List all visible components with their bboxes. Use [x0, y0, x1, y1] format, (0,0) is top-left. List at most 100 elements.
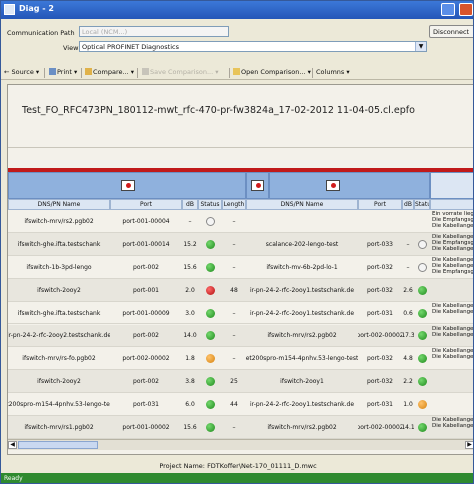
cell-remote-db: –: [406, 263, 410, 271]
print-menu[interactable]: Print ▾: [49, 68, 77, 76]
column-header-status[interactable]: Status: [198, 199, 222, 210]
cell-db: 15.6: [183, 263, 197, 271]
column-header-remote-status[interactable]: Status: [414, 199, 430, 210]
column-header-dns-pn-name[interactable]: DNS/PN Name: [8, 199, 110, 210]
status-green-icon: [205, 262, 215, 272]
table-row[interactable]: ifswitch-2ooy2 port-001 2.0 48 ir-pn-24-2-rf…: [8, 278, 473, 302]
cell-port: port-031: [133, 401, 159, 409]
status-green-icon: [417, 377, 427, 387]
cell-remote-db: 1.0: [403, 401, 413, 409]
table-row[interactable]: ifswitch-mrv/rs2.pgb02 port-001-00004 – – Ei…: [8, 210, 473, 233]
cell-status: [198, 370, 222, 393]
project-name: Project Name: FDTKoffer\Net-170_01111_D.…: [159, 462, 317, 470]
cell-length: –: [232, 355, 236, 363]
report-file-title: Test_FO_RFC473PN_180112-mwt_rfc-470-pr-f…: [22, 105, 415, 116]
column-header-remote-db[interactable]: dB: [402, 199, 414, 210]
table-row[interactable]: ifswitch-ghe.ifta.testschank port-001-000…: [8, 232, 473, 256]
divider: [8, 147, 473, 148]
cell-length: –: [232, 263, 236, 271]
cell-remote-port: port-032: [367, 378, 393, 386]
cell-remote-status: [414, 233, 430, 256]
title-bar[interactable]: Diag - 2: [1, 1, 473, 19]
column-header-port[interactable]: Port: [110, 199, 182, 210]
status-empty-icon: [417, 262, 427, 272]
column-header-remote-dns-pn-name[interactable]: DNS/PN Name: [246, 199, 358, 210]
cell-remote-port: port-031: [367, 401, 393, 409]
cell-remote-db: 2.6: [403, 286, 413, 294]
table-row[interactable]: ifswitch-mrv/rs1.pgb02 port-001-00002 15.6…: [8, 416, 473, 439]
cell-db: 3.8: [185, 378, 195, 386]
cell-remote-port: [358, 210, 402, 233]
cell-remote-db: 14.1: [402, 424, 414, 432]
link-icon: [251, 180, 264, 191]
cell-status: [198, 347, 222, 370]
app-icon: [4, 4, 15, 15]
scroll-right-icon[interactable]: ▶: [465, 441, 473, 449]
diagnostic-message: Die Kabellange...: [432, 308, 474, 315]
toolbar: ← Source ▾ Print ▾ Compare... ▾ Save Com…: [1, 66, 473, 80]
cell-remote-dns-pn-name: ifswitch-mrv/rs2.pgb02: [267, 424, 337, 432]
open-comparison-button[interactable]: Open Comparison... ▾: [233, 68, 311, 76]
horizontal-scrollbar[interactable]: ◀ ▶: [8, 439, 473, 450]
cell-remote-db: –: [406, 240, 410, 248]
table-row[interactable]: ir-pn-24-2-rfc-2ooy2.testschank.de port-0…: [8, 324, 474, 348]
toolbar-divider: [137, 68, 138, 78]
cell-remote-status: [414, 393, 430, 416]
view-select[interactable]: Optical PROFINET Diagnostics ▼: [79, 41, 427, 52]
cell-remote-dns-pn-name: ir-pn-24-2-rfc-2ooy1.testschank.de: [249, 286, 355, 294]
cell-diagnostic-info: [430, 370, 473, 393]
cell-dns-pn-name: ifswitch-2ooy2: [37, 378, 81, 386]
table-row[interactable]: et200spro-m154-4pnhv.53-lengo-test port-0…: [8, 393, 473, 417]
status-bar: Ready: [1, 473, 473, 483]
source-menu[interactable]: ← Source ▾: [4, 68, 39, 76]
table-row[interactable]: ifswitch-ghe.ifta.testschank port-001-000…: [8, 302, 474, 325]
save-comparison-button[interactable]: Save Comparison... ▾: [142, 68, 218, 76]
cell-status: [198, 302, 222, 325]
cell-remote-port: port-002-00002: [358, 332, 402, 340]
cell-diagnostic-info: Die Kabellange...Die Kabellange...: [430, 325, 474, 348]
status-green-icon: [417, 285, 427, 295]
table-row[interactable]: ifswitch-2ooy2 port-002 3.8 25 ifswitch-2ooy…: [8, 370, 473, 394]
column-header-length[interactable]: Length: [222, 199, 246, 210]
toolbar-divider: [44, 68, 45, 78]
diagnostic-message: Die Empfangsge...: [432, 268, 474, 275]
column-header-remote-port[interactable]: Port: [358, 199, 402, 210]
cell-length: 44: [230, 401, 238, 409]
scroll-left-icon[interactable]: ◀: [8, 441, 17, 449]
cell-remote-db: [402, 210, 414, 233]
close-button[interactable]: [459, 3, 473, 16]
minimize-button[interactable]: [441, 3, 455, 16]
cell-remote-db: 17.3: [402, 332, 414, 340]
chevron-down-icon[interactable]: ▼: [415, 42, 426, 51]
compare-menu[interactable]: Compare... ▾: [85, 68, 134, 76]
column-header-db[interactable]: dB: [182, 199, 198, 210]
scrollbar-thumb[interactable]: [18, 441, 98, 449]
toolbar-divider: [312, 68, 313, 78]
disconnect-button[interactable]: Disconnect: [429, 25, 473, 38]
cell-length: 25: [230, 378, 238, 386]
table-row[interactable]: ifswitch-1b-3pd-lengo port-002 15.6 – ifswit…: [8, 256, 474, 279]
cell-port: port-002-00002: [122, 355, 170, 363]
columns-menu[interactable]: Columns ▾: [316, 68, 350, 76]
cell-db: 6.0: [185, 401, 195, 409]
table-row[interactable]: ifswitch-mrv/rs-fo.pgb02 port-002-00002 1.…: [8, 347, 473, 371]
cell-remote-port: port-031: [367, 309, 393, 317]
status-green-icon: [205, 331, 215, 341]
remote-device-group-header: [269, 172, 430, 199]
cell-status: [198, 279, 222, 302]
cell-remote-status: [414, 325, 430, 348]
cell-dns-pn-name: ifswitch-ghe.ifta.testschank: [17, 240, 101, 248]
cell-db: 1.8: [185, 355, 195, 363]
cell-db: 2.0: [185, 286, 195, 294]
cell-remote-dns-pn-name: et200spro-m154-4pnhv.53-lengo-test: [246, 355, 358, 363]
cell-remote-dns-pn-name: ifswitch-2ooy1: [280, 378, 324, 386]
cell-db: –: [188, 217, 192, 225]
cell-remote-db: 4.8: [403, 355, 413, 363]
toolbar-divider: [81, 68, 82, 78]
cell-diagnostic-info: Ein vorrate liegtDie Empfangsge...Die Ka…: [430, 210, 473, 233]
cell-dns-pn-name: ir-pn-24-2-rfc-2ooy2.testschank.de: [8, 332, 110, 340]
folder-icon: [233, 68, 240, 75]
cell-length: 48: [230, 286, 238, 294]
diagnostic-message: Die Kabellange...: [432, 331, 474, 338]
communication-path-field[interactable]: Local (NCM...): [79, 26, 229, 37]
